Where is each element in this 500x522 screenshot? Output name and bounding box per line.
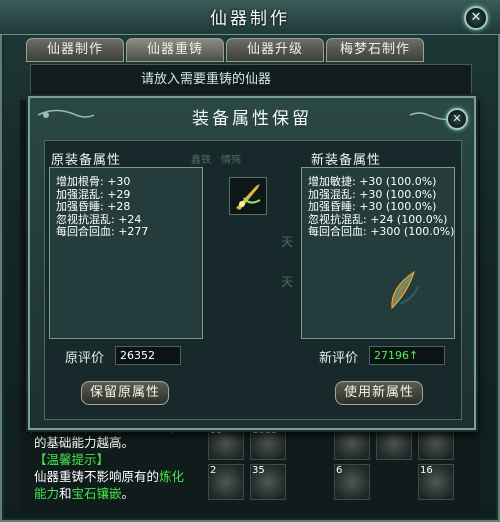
new-attr-label: 新装备属性 (311, 153, 382, 168)
dialog-body: 原装备属性 新装备属性 鑫铁 情殇 增加根骨: +30 加强混乱: +29 加强… (44, 140, 462, 420)
hint-title: 【温馨提示】 (34, 452, 110, 467)
hint-highlight: 能力 (34, 486, 60, 501)
new-attr-box: 增加敏捷: +30 (100.0%) 加强混乱: +30 (100.0%) 加强… (301, 167, 455, 339)
item-count: 35 (252, 465, 265, 476)
hint-line: 的基础能力越高。 (34, 435, 135, 450)
hint-highlight: 炼化 (159, 469, 185, 484)
item-count: 2 (210, 465, 217, 476)
attr-line: 增加敏捷: +30 (100.0%) (308, 175, 437, 188)
window: 仙器制作 ✕ 仙器制作 仙器重铸 仙器升级 梅梦石制作 请放入需要重铸的仙器 3… (0, 0, 500, 522)
attribute-retain-dialog: 装备属性保留 ✕ 原装备属性 新装备属性 鑫铁 情殇 增加根骨: +30 加强混… (28, 96, 476, 430)
behind-text: 鑫铁 (191, 155, 211, 166)
title-bar: 仙器制作 (0, 0, 500, 35)
original-attr-list: 增加根骨: +30 加强混乱: +29 加强昏睡: +28 忽视抗混乱: +24… (56, 175, 149, 239)
attr-line: 每回合回血: +277 (56, 225, 149, 238)
recast-prompt: 请放入需要重铸的仙器 (30, 64, 472, 96)
tab-recast[interactable]: 仙器重铸 (126, 38, 224, 62)
item-count: 16 (420, 465, 433, 476)
dialog-close-icon[interactable]: ✕ (446, 108, 468, 130)
use-new-button[interactable]: 使用新属性 (335, 381, 423, 405)
new-score-value: 27196↑ (369, 346, 445, 365)
tab-upgrade[interactable]: 仙器升级 (226, 38, 324, 62)
hint-highlight: 宝石镶嵌 (71, 486, 122, 501)
score-up-arrow-icon: ↑ (409, 349, 419, 362)
behind-text: 情殇 (221, 155, 241, 166)
weapon-icon (236, 184, 261, 210)
dialog-title: 装备属性保留 (192, 109, 312, 129)
original-score-label: 原评价 (65, 351, 105, 366)
talisman-icon (391, 270, 419, 310)
original-attr-box: 增加根骨: +30 加强混乱: +29 加强昏睡: +28 忽视抗混乱: +24… (49, 167, 203, 339)
attr-line: 加强昏睡: +28 (56, 200, 131, 213)
behind-text: 天 (281, 275, 294, 289)
tab-dreamstone[interactable]: 梅梦石制作 (326, 38, 424, 62)
attr-line: 增加根骨: +30 (56, 175, 131, 188)
new-score-label: 新评价 (319, 351, 359, 366)
attr-line: 加强昏睡: +30 (100.0%) (308, 200, 437, 213)
behind-text: 天 (281, 235, 294, 249)
new-score-number: 27196 (374, 349, 409, 362)
original-attr-label: 原装备属性 (51, 153, 122, 168)
new-attr-list: 增加敏捷: +30 (100.0%) 加强混乱: +30 (100.0%) 加强… (308, 175, 455, 239)
hint-text: 仙器重铸不影响原有的 (34, 469, 160, 484)
attr-line: 每回合回血: +300 (100.0%) (308, 225, 455, 238)
window-close-icon[interactable]: ✕ (464, 6, 488, 30)
hint-text: 和 (59, 486, 72, 501)
hint-line: 仙器重铸不影响原有的炼化 (34, 468, 214, 485)
hint-text: 。 (121, 486, 135, 501)
recast-item-slot[interactable] (229, 177, 267, 215)
keep-original-button[interactable]: 保留原属性 (81, 381, 169, 405)
original-score-value: 26352 (115, 346, 181, 365)
hint-line: 能力和宝石镶嵌。 (34, 485, 214, 502)
item-count: 6 (336, 465, 343, 476)
window-title: 仙器制作 (210, 9, 290, 29)
tab-make[interactable]: 仙器制作 (26, 38, 124, 62)
